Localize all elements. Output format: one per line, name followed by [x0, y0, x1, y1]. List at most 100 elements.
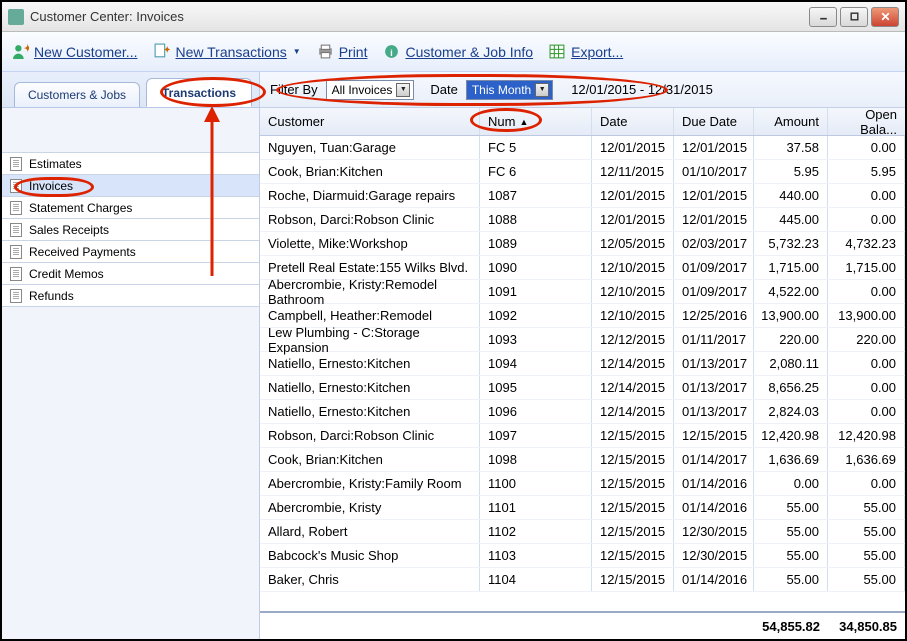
tab-transactions[interactable]: Transactions — [146, 78, 252, 107]
column-amount[interactable]: Amount — [754, 108, 828, 135]
type-item-received-payments[interactable]: Received Payments — [2, 240, 259, 263]
minimize-button[interactable] — [809, 7, 837, 27]
cell: 4,522.00 — [754, 280, 828, 303]
cell: 12/15/2015 — [592, 568, 674, 591]
title-bar: Customer Center: Invoices — [2, 2, 905, 32]
table-row[interactable]: Natiello, Ernesto:Kitchen109612/14/20150… — [260, 400, 905, 424]
export-label: Export... — [571, 44, 623, 60]
cell: 13,900.00 — [828, 304, 905, 327]
close-button[interactable] — [871, 7, 899, 27]
grid-header: Customer Num ▲ Date Due Date Amount Open … — [260, 108, 905, 136]
type-item-credit-memos[interactable]: Credit Memos — [2, 262, 259, 285]
table-row[interactable]: Cook, Brian:Kitchen109812/15/201501/14/2… — [260, 448, 905, 472]
cell: Robson, Darci:Robson Clinic — [260, 208, 480, 231]
cell: Natiello, Ernesto:Kitchen — [260, 376, 480, 399]
print-button[interactable]: Print — [317, 43, 368, 60]
cell: 0.00 — [754, 472, 828, 495]
cell: 1101 — [480, 496, 592, 519]
date-range: 12/01/2015 - 12/31/2015 — [571, 82, 713, 97]
cell: 12/01/2015 — [592, 208, 674, 231]
column-date[interactable]: Date — [592, 108, 674, 135]
table-row[interactable]: Natiello, Ernesto:Kitchen109412/14/20150… — [260, 352, 905, 376]
tabs-row: Customers & Jobs Transactions — [2, 72, 259, 108]
cell: 1103 — [480, 544, 592, 567]
date-combo[interactable]: This Month ▼ — [466, 80, 553, 100]
cell: 12/10/2015 — [592, 256, 674, 279]
new-customer-button[interactable]: ✦ New Customer... — [12, 43, 137, 60]
table-row[interactable]: Violette, Mike:Workshop108912/05/201502/… — [260, 232, 905, 256]
column-due-date[interactable]: Due Date — [674, 108, 754, 135]
cell: 2,824.03 — [754, 400, 828, 423]
new-transactions-button[interactable]: ✦ New Transactions ▼ — [153, 43, 300, 60]
type-item-estimates[interactable]: Estimates — [2, 152, 259, 175]
cell: 445.00 — [754, 208, 828, 231]
table-row[interactable]: Robson, Darci:Robson Clinic109712/15/201… — [260, 424, 905, 448]
column-num[interactable]: Num ▲ — [480, 108, 592, 135]
type-item-label: Credit Memos — [29, 267, 104, 281]
cell: 8,656.25 — [754, 376, 828, 399]
filter-by-combo[interactable]: All Invoices ▼ — [326, 80, 415, 100]
cell: Cook, Brian:Kitchen — [260, 160, 480, 183]
right-panel: Filter By All Invoices ▼ Date This Month… — [260, 72, 905, 639]
cell: 12/01/2015 — [592, 136, 674, 159]
type-item-invoices[interactable]: Invoices — [2, 174, 259, 197]
table-row[interactable]: Natiello, Ernesto:Kitchen109512/14/20150… — [260, 376, 905, 400]
customer-job-info-button[interactable]: i Customer & Job Info — [383, 43, 533, 60]
printer-icon — [317, 43, 334, 60]
cell: FC 5 — [480, 136, 592, 159]
date-label: Date — [430, 82, 457, 97]
table-row[interactable]: Abercrombie, Kristy:Family Room110012/15… — [260, 472, 905, 496]
cell: Roche, Diarmuid:Garage repairs — [260, 184, 480, 207]
cell: 1,636.69 — [828, 448, 905, 471]
export-button[interactable]: Export... — [549, 43, 623, 60]
column-num-label: Num — [488, 114, 515, 129]
window-title: Customer Center: Invoices — [30, 9, 809, 24]
cell: Natiello, Ernesto:Kitchen — [260, 400, 480, 423]
table-row[interactable]: Baker, Chris110412/15/201501/14/201655.0… — [260, 568, 905, 592]
cell: 12/30/2015 — [674, 520, 754, 543]
table-row[interactable]: Lew Plumbing - C:Storage Expansion109312… — [260, 328, 905, 352]
cell: 0.00 — [828, 472, 905, 495]
table-row[interactable]: Allard, Robert110212/15/201512/30/201555… — [260, 520, 905, 544]
tab-customers-jobs[interactable]: Customers & Jobs — [14, 82, 140, 107]
table-row[interactable]: Cook, Brian:KitchenFC 612/11/201501/10/2… — [260, 160, 905, 184]
cell: 55.00 — [828, 520, 905, 543]
cell: 5.95 — [828, 160, 905, 183]
filter-by-label: Filter By — [270, 82, 318, 97]
cell: 55.00 — [754, 496, 828, 519]
column-amount-label: Amount — [774, 114, 819, 129]
cell: 12/10/2015 — [592, 280, 674, 303]
column-customer[interactable]: Customer — [260, 108, 480, 135]
cell: 01/14/2017 — [674, 448, 754, 471]
grid-body[interactable]: Nguyen, Tuan:GarageFC 512/01/201512/01/2… — [260, 136, 905, 611]
cell: 01/10/2017 — [674, 160, 754, 183]
column-open-balance[interactable]: Open Bala... — [828, 108, 905, 135]
cell: 1089 — [480, 232, 592, 255]
table-row[interactable]: Nguyen, Tuan:GarageFC 512/01/201512/01/2… — [260, 136, 905, 160]
cell: 12/14/2015 — [592, 400, 674, 423]
document-icon — [10, 201, 22, 215]
type-item-statement-charges[interactable]: Statement Charges — [2, 196, 259, 219]
maximize-button[interactable] — [840, 7, 868, 27]
column-open-label: Open Bala... — [836, 107, 897, 137]
cell: Violette, Mike:Workshop — [260, 232, 480, 255]
type-item-sales-receipts[interactable]: Sales Receipts — [2, 218, 259, 241]
type-item-label: Received Payments — [29, 245, 136, 259]
cell: 0.00 — [828, 376, 905, 399]
cell: Baker, Chris — [260, 568, 480, 591]
type-item-refunds[interactable]: Refunds — [2, 284, 259, 307]
cell: 220.00 — [828, 328, 905, 351]
app-icon — [8, 9, 24, 25]
svg-text:i: i — [391, 48, 394, 59]
type-item-label: Estimates — [29, 157, 82, 171]
table-row[interactable]: Robson, Darci:Robson Clinic108812/01/201… — [260, 208, 905, 232]
table-row[interactable]: Abercrombie, Kristy110112/15/201501/14/2… — [260, 496, 905, 520]
table-row[interactable]: Babcock's Music Shop110312/15/201512/30/… — [260, 544, 905, 568]
cell: 01/14/2016 — [674, 568, 754, 591]
sort-asc-icon: ▲ — [519, 117, 528, 127]
print-label: Print — [339, 44, 368, 60]
table-row[interactable]: Abercrombie, Kristy:Remodel Bathroom1091… — [260, 280, 905, 304]
cell: 0.00 — [828, 352, 905, 375]
table-row[interactable]: Roche, Diarmuid:Garage repairs108712/01/… — [260, 184, 905, 208]
cell: 1097 — [480, 424, 592, 447]
